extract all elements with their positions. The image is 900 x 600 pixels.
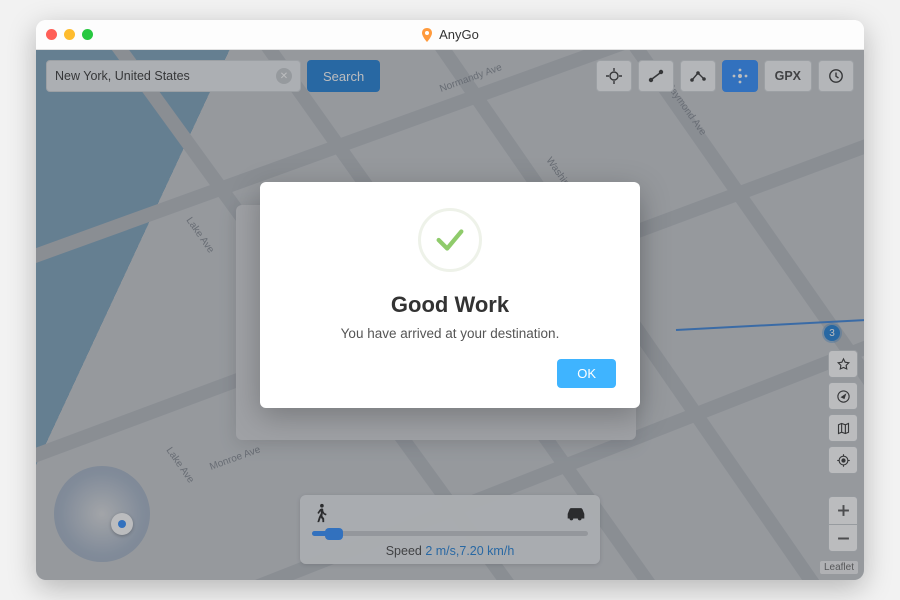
dialog-message: You have arrived at your destination. <box>341 326 560 341</box>
content-area: Lake Ave Lake Ave Monroe Ave Washington … <box>36 50 864 580</box>
success-check-icon <box>418 208 482 272</box>
fullscreen-window-button[interactable] <box>82 29 93 40</box>
window-title: AnyGo <box>36 27 864 42</box>
arrival-dialog: Good Work You have arrived at your desti… <box>260 182 640 408</box>
close-window-button[interactable] <box>46 29 57 40</box>
minimize-window-button[interactable] <box>64 29 75 40</box>
ok-button[interactable]: OK <box>557 359 616 388</box>
window-title-text: AnyGo <box>439 27 479 42</box>
dialog-title: Good Work <box>391 292 509 318</box>
titlebar: AnyGo <box>36 20 864 50</box>
app-window: AnyGo Lake Ave Lake Ave Monr <box>36 20 864 580</box>
window-controls <box>46 29 93 40</box>
app-pin-icon <box>421 28 433 42</box>
modal-backdrop: Good Work You have arrived at your desti… <box>36 50 864 580</box>
